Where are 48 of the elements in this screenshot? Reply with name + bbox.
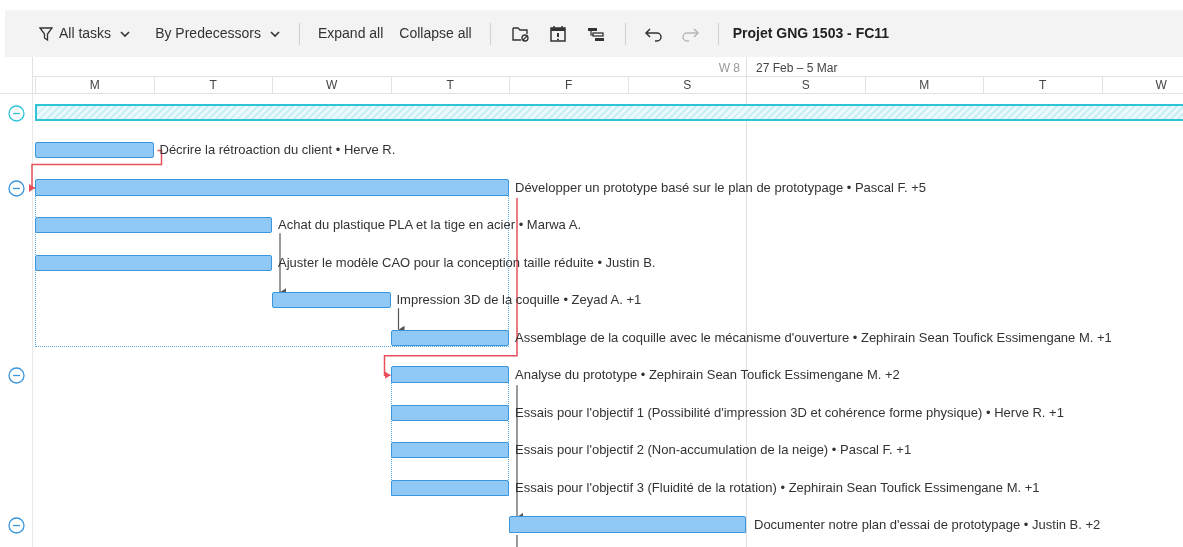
task-label: Développer un prototype basé sur le plan de prototypage • Pascal F. +5	[515, 179, 927, 196]
task-bar[interactable]	[390, 404, 509, 421]
task-bar[interactable]	[390, 329, 509, 346]
task-label: Documenter notre plan d'essai de prototypage • Justin B. +2	[754, 516, 1101, 533]
grouping-dropdown[interactable]: By Predecessors	[149, 17, 287, 50]
task-label: Essais pour l'objectif 2 (Non-accumulation de la neige) • Pascal F. +1	[515, 442, 912, 459]
task-bar[interactable]	[35, 254, 272, 271]
collapse-button[interactable]	[8, 516, 25, 534]
day-header: S	[746, 77, 865, 93]
task-label: Achat du plastique PLA et la tige en acier • Marwa A.	[278, 217, 581, 234]
project-title: Projet GNG 1503 - FC11	[732, 24, 890, 43]
summary-bar[interactable]	[509, 515, 746, 533]
task-label: Essais pour l'objectif 3 (Fluidité de la rotation) • Zephirain Sean Toufick Essimengane M. +1	[515, 479, 1040, 496]
filter-dropdown[interactable]: All tasks	[33, 17, 138, 50]
task-label: Analyse du prototype • Zephirain Sean Toufick Essimengane M. +2	[515, 367, 900, 384]
collapse-button[interactable]	[8, 367, 25, 385]
day-header: M	[864, 77, 983, 93]
summary-bar[interactable]	[390, 366, 509, 384]
expand-all-button[interactable]: Expand all	[311, 17, 390, 50]
day-header: M	[35, 77, 154, 93]
task-bar[interactable]	[272, 292, 391, 309]
day-header: F	[509, 77, 628, 93]
filter-icon	[39, 25, 53, 42]
collapse-all-button[interactable]: Collapse all	[393, 17, 478, 50]
collapse-button[interactable]	[8, 105, 25, 122]
minus-circle-icon	[8, 367, 25, 385]
task-label: Essais pour l'objectif 1 (Possibilité d'impression 3D et cohérence forme physique) • Herve R. +1	[515, 404, 1064, 421]
day-header: T	[390, 77, 509, 93]
project-summary-bar[interactable]	[35, 104, 1183, 121]
day-header: W	[272, 77, 391, 93]
day-header: W	[1101, 77, 1183, 93]
task-bar[interactable]	[35, 217, 272, 234]
task-label: Décrire la rétroaction du client • Herve R.	[159, 142, 396, 159]
collapse-button[interactable]	[8, 179, 25, 197]
day-header: T	[153, 77, 272, 93]
calendar-alert-icon	[548, 24, 567, 43]
minus-circle-icon	[8, 179, 25, 197]
summary-bar[interactable]	[35, 178, 509, 196]
minus-circle-icon	[8, 105, 25, 122]
day-header: T	[983, 77, 1102, 93]
minus-circle-icon	[8, 516, 25, 534]
week-label: W 8	[718, 60, 740, 77]
task-bar[interactable]	[35, 142, 154, 159]
task-bar[interactable]	[390, 479, 509, 496]
week-label: 27 Feb – 5 Mar	[756, 60, 838, 77]
folder-icon	[510, 24, 529, 43]
task-bar[interactable]	[390, 442, 509, 459]
day-header: S	[627, 77, 746, 93]
